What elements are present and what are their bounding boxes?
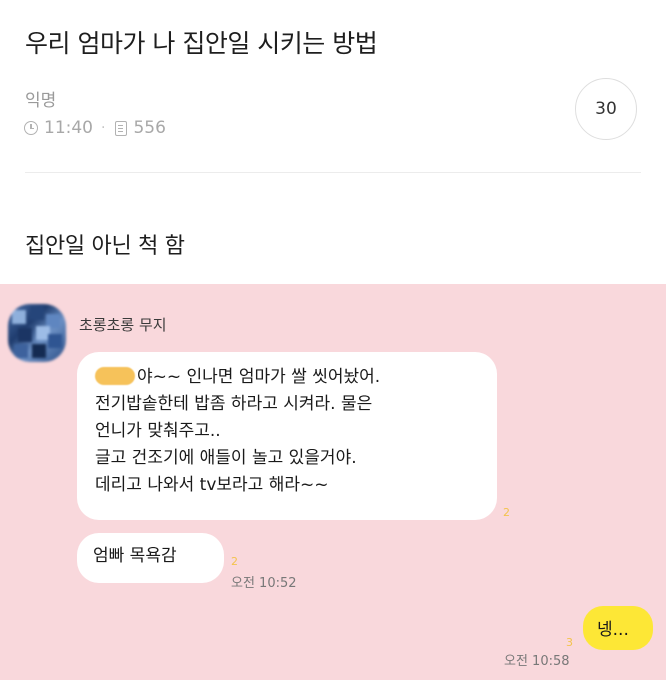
- unread-count: 3: [566, 636, 573, 649]
- post-title: 우리 엄마가 나 집안일 시키는 방법: [25, 29, 378, 58]
- message-line: 야~~ 인나면 엄마가 쌀 씻어놨어.: [95, 364, 481, 391]
- message-line: 전기밥솥한테 밥좀 하라고 시켜라. 물은: [95, 394, 373, 414]
- meta-separator: ·: [101, 120, 106, 136]
- divider: [25, 172, 641, 173]
- message-time: 오전 10:52: [231, 576, 297, 591]
- author-name[interactable]: 익명: [25, 86, 56, 111]
- comment-count-button[interactable]: 30: [575, 78, 637, 140]
- post-meta: 11:40 · 556: [24, 118, 166, 138]
- view-count: 556: [133, 118, 166, 138]
- document-icon: [115, 120, 128, 136]
- message-time: 오전 10:58: [504, 654, 570, 669]
- message-bubble: 엄빠 목욕감: [77, 533, 224, 583]
- message-bubble: 야~~ 인나면 엄마가 쌀 씻어놨어. 전기밥솥한테 밥좀 하라고 시켜라. 물…: [77, 352, 497, 520]
- my-message-bubble: 넹...: [583, 606, 653, 650]
- message-line: 데리고 나와서 tv보라고 해라~~: [95, 475, 329, 495]
- message-line: 글고 건조기에 애들이 놀고 있을거야.: [95, 448, 357, 468]
- unread-count: 2: [503, 506, 510, 519]
- avatar[interactable]: [8, 304, 66, 362]
- post-header: 우리 엄마가 나 집안일 시키는 방법 익명 11:40 · 556 30 집안…: [0, 0, 666, 284]
- sender-name: 초롱초롱 무지: [79, 316, 167, 334]
- redacted-name: [95, 367, 135, 385]
- post-time: 11:40: [44, 118, 93, 138]
- post-body: 집안일 아닌 척 함: [25, 234, 185, 259]
- clock-icon: [24, 121, 38, 135]
- message-line: 언니가 맞춰주고..: [95, 421, 221, 441]
- unread-count: 2: [231, 555, 238, 568]
- chat-screenshot: 초롱초롱 무지 야~~ 인나면 엄마가 쌀 씻어놨어. 전기밥솥한테 밥좀 하라…: [0, 284, 666, 680]
